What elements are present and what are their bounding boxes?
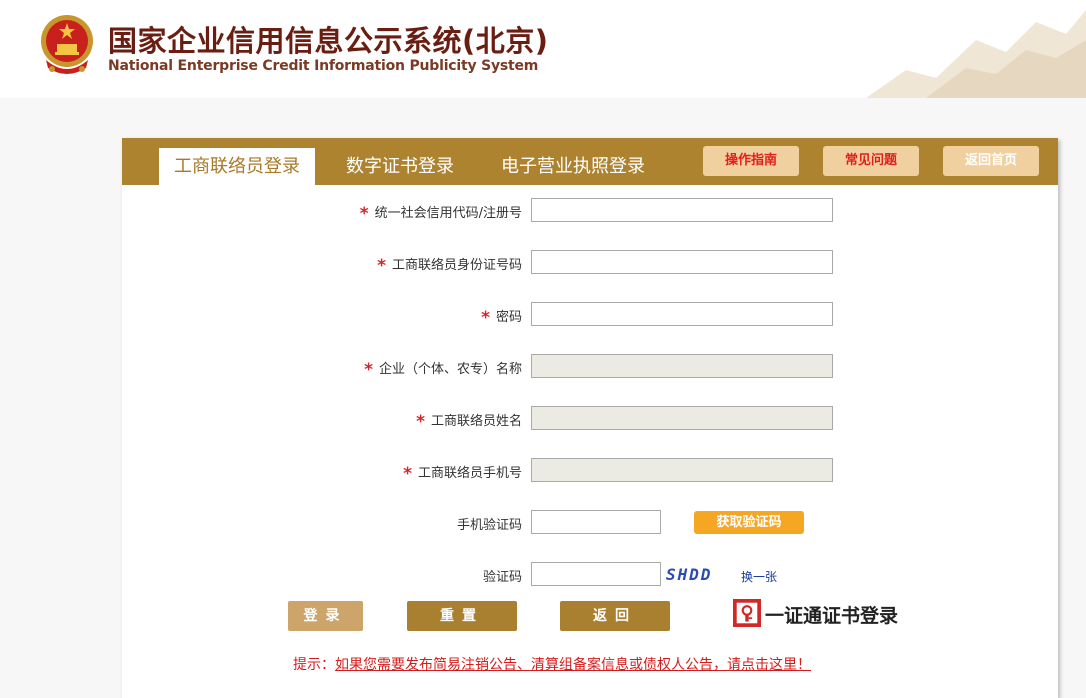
required-mark: * (416, 412, 425, 432)
required-mark: * (403, 464, 412, 484)
notice-link[interactable]: 如果您需要发布简易注销公告、清算组备案信息或债权人公告，请点击这里！ (335, 657, 811, 673)
notice-prefix: 提示： (293, 657, 335, 673)
liaison-phone-label: * 工商联络员手机号 (403, 464, 522, 484)
captcha-input[interactable] (531, 562, 661, 586)
get-sms-code-button[interactable]: 获取验证码 (694, 511, 804, 534)
liaison-name-label: * 工商联络员姓名 (416, 412, 522, 432)
login-panel: 工商联络员登录 数字证书登录 电子营业执照登录 操作指南 常见问题 返回首页 *… (122, 138, 1058, 698)
credit-code-label: * 统一社会信用代码/注册号 (359, 204, 522, 224)
id-number-input[interactable] (531, 250, 833, 274)
home-button[interactable]: 返回首页 (943, 146, 1039, 176)
sms-code-input[interactable] (531, 510, 661, 534)
sms-code-label: 手机验证码 (456, 518, 522, 533)
notice-text: 提示：如果您需要发布简易注销公告、清算组备案信息或债权人公告，请点击这里！ (293, 654, 811, 674)
liaison-name-field (531, 406, 833, 430)
required-mark: * (359, 204, 369, 224)
required-mark: * (481, 308, 490, 328)
national-emblem-icon (41, 15, 93, 74)
password-input[interactable] (531, 302, 833, 326)
site-title: 国家企业信用信息公示系统(北京) (108, 24, 549, 58)
certificate-icon (733, 599, 761, 627)
credit-code-input[interactable] (531, 198, 833, 222)
captcha-image[interactable]: SHDD (666, 565, 732, 587)
required-mark: * (364, 360, 373, 380)
site-header: 国家企业信用信息公示系统(北京) National Enterprise Cre… (0, 0, 1086, 98)
captcha-label: 验证码 (482, 570, 522, 585)
site-subtitle-en: National Enterprise Credit Information P… (108, 58, 539, 74)
cert-login-label: 一证通证书登录 (765, 605, 899, 627)
reset-button[interactable]: 重置 (407, 601, 517, 631)
company-name-field (531, 354, 833, 378)
refresh-captcha-link[interactable]: 换一张 (741, 568, 777, 585)
login-tab-bar: 工商联络员登录 数字证书登录 电子营业执照登录 操作指南 常见问题 返回首页 (122, 138, 1058, 185)
required-mark: * (377, 256, 386, 276)
tab-digital-cert-login[interactable]: 数字证书登录 (346, 148, 454, 185)
login-button[interactable]: 登录 (288, 601, 363, 631)
faq-button[interactable]: 常见问题 (823, 146, 919, 176)
company-name-label: * 企业（个体、农专）名称 (364, 360, 522, 380)
id-number-label: * 工商联络员身份证号码 (377, 256, 522, 276)
liaison-phone-field (531, 458, 833, 482)
great-wall-decoration (866, 10, 1086, 98)
password-label: * 密码 (481, 308, 522, 328)
back-button[interactable]: 返回 (560, 601, 670, 631)
tab-liaison-login[interactable]: 工商联络员登录 (159, 148, 315, 185)
tab-e-license-login[interactable]: 电子营业执照登录 (501, 148, 645, 185)
guide-button[interactable]: 操作指南 (703, 146, 799, 176)
